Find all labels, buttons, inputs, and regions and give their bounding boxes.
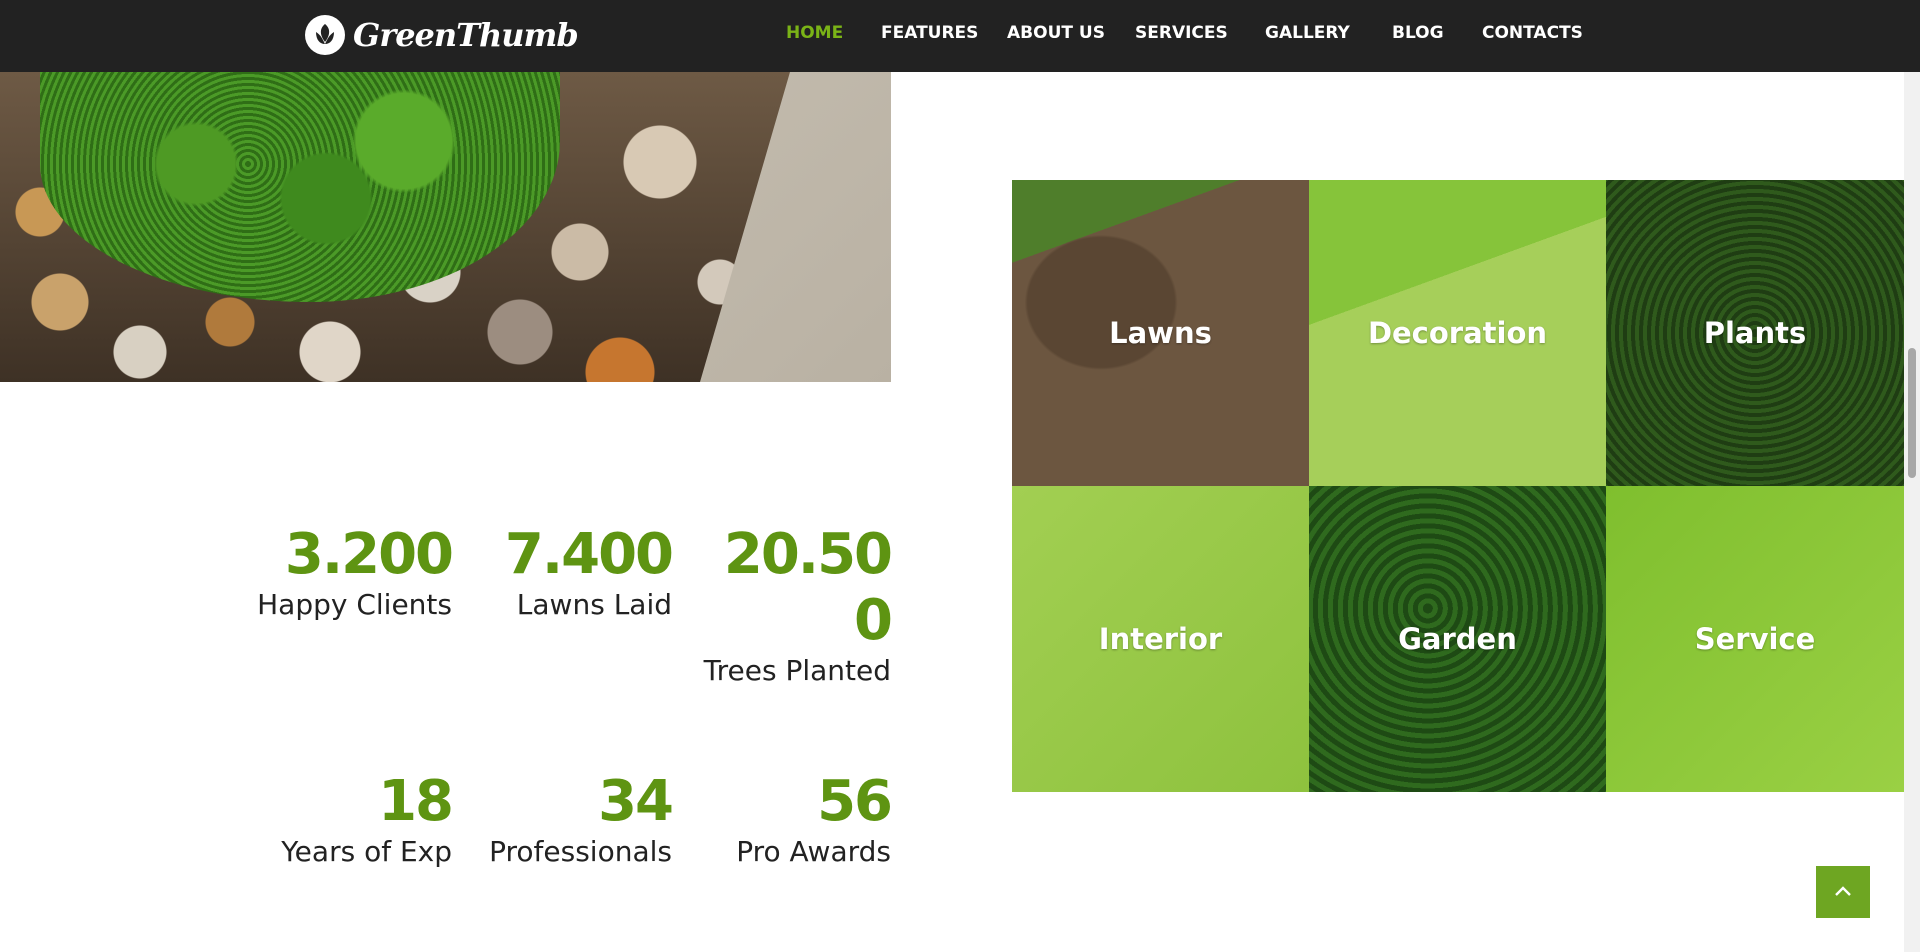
stat-label: Professionals — [489, 835, 672, 868]
back-to-top-button[interactable] — [1816, 866, 1870, 918]
stat-value: 34 — [598, 769, 674, 834]
stat-value: 56 — [817, 769, 893, 834]
nav-about-us[interactable]: ABOUT US — [1007, 23, 1105, 43]
leaf-logo-icon — [305, 15, 345, 55]
stat-trees-planted: 20.500 Trees Planted — [700, 522, 893, 688]
service-tile-decoration[interactable]: Decoration — [1309, 180, 1606, 486]
stat-happy-clients: 3.200 Happy Clients — [252, 522, 454, 622]
stat-label: Pro Awards — [736, 835, 891, 868]
service-tile-plants[interactable]: Plants — [1606, 180, 1904, 486]
hero-image — [0, 72, 891, 382]
stat-label: Years of Exp — [281, 835, 452, 868]
site-header: GreenThumb HOME FEATURES ABOUT US SERVIC… — [0, 0, 1920, 72]
nav-home[interactable]: HOME — [786, 23, 843, 43]
tile-label: Garden — [1398, 622, 1517, 656]
page: GreenThumb HOME FEATURES ABOUT US SERVIC… — [0, 0, 1920, 952]
nav-features[interactable]: FEATURES — [881, 23, 978, 43]
stat-label: Lawns Laid — [516, 588, 672, 621]
page-scrollbar[interactable] — [1904, 0, 1920, 952]
logo-text: GreenThumb — [353, 16, 579, 54]
stat-lawns-laid: 7.400 Lawns Laid — [482, 522, 674, 622]
nav-blog[interactable]: BLOG — [1392, 23, 1444, 43]
stat-label: Happy Clients — [257, 588, 452, 621]
stat-pro-awards: 56 Pro Awards — [700, 769, 893, 869]
site-logo[interactable]: GreenThumb — [305, 12, 579, 58]
stat-label: Trees Planted — [703, 654, 891, 687]
tile-label: Decoration — [1367, 316, 1548, 350]
tile-label: Service — [1694, 622, 1816, 656]
stat-years-of-exp: 18 Years of Exp — [252, 769, 454, 869]
service-tile-garden[interactable]: Garden — [1309, 486, 1606, 792]
nav-gallery[interactable]: GALLERY — [1265, 23, 1350, 43]
nav-services[interactable]: SERVICES — [1135, 23, 1228, 43]
stat-value: 3.200 — [284, 522, 454, 587]
service-tile-service[interactable]: Service — [1606, 486, 1904, 792]
nav-contacts[interactable]: CONTACTS — [1482, 23, 1583, 43]
tile-label: Lawns — [1109, 316, 1212, 350]
tile-label: Plants — [1703, 316, 1807, 350]
chevron-up-icon — [1833, 883, 1853, 902]
stat-value: 20.500 — [723, 522, 893, 653]
stat-professionals: 34 Professionals — [482, 769, 674, 869]
stat-value: 7.400 — [504, 522, 674, 587]
scrollbar-thumb[interactable] — [1908, 348, 1916, 478]
service-tile-lawns[interactable]: Lawns — [1012, 180, 1309, 486]
service-tile-interior[interactable]: Interior — [1012, 486, 1309, 792]
tile-label: Interior — [1098, 622, 1223, 656]
stat-value: 18 — [378, 769, 454, 834]
services-grid: Lawns Decoration Plants Interior Garden … — [1012, 180, 1904, 792]
